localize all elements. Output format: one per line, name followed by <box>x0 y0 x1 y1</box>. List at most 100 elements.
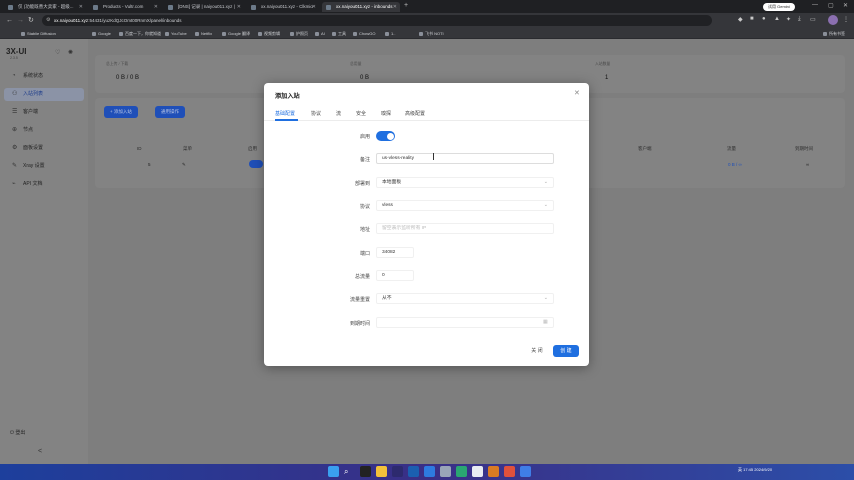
deploy-select[interactable]: 本地面板 ⌄ <box>376 177 554 188</box>
protocol-label: 协议 <box>359 204 370 210</box>
traffic-reset-select[interactable]: 从不 ⌄ <box>376 293 554 304</box>
app-icon[interactable] <box>440 466 451 477</box>
site-info-icon[interactable]: ⚙ <box>46 17 50 23</box>
close-icon[interactable]: ✕ <box>574 89 580 97</box>
sidebar <box>0 39 88 464</box>
start-icon[interactable] <box>328 466 339 477</box>
cancel-button[interactable]: 关 闭 <box>525 345 549 357</box>
bookmark-item[interactable]: Netflix <box>194 29 212 38</box>
bookmark-item[interactable]: ChowGO <box>352 29 375 38</box>
stat-label: 总上传 / 下载 <box>106 62 129 66</box>
new-tab-button[interactable]: + <box>404 2 408 9</box>
remark-input[interactable]: us-vless-reality <box>376 153 554 164</box>
photoshop-icon[interactable] <box>408 466 419 477</box>
address-input[interactable]: 留空表示监听所有 IP <box>376 223 554 234</box>
menu-icon[interactable]: ⋮ <box>843 16 849 23</box>
tab-protocol[interactable]: 协议 <box>311 110 321 117</box>
close-tab-icon[interactable]: ✕ <box>237 2 241 12</box>
back-icon[interactable]: ← <box>6 15 13 26</box>
sidepanel-icon[interactable]: ▭ <box>810 16 816 23</box>
general-actions-button[interactable]: 通用操作 <box>155 106 185 118</box>
extension-icon[interactable]: ■ <box>750 16 754 22</box>
app-icon[interactable] <box>424 466 435 477</box>
sidebar-item-panel-settings[interactable]: ⚙ 面板设置 <box>4 142 84 155</box>
theme-icon[interactable]: ✺ <box>68 49 73 56</box>
browser-tab[interactable]: Products - Vultr.com ✕ <box>89 2 161 12</box>
search-icon[interactable]: ⌕ <box>344 466 355 477</box>
total-traffic-input[interactable]: 0 <box>376 270 414 281</box>
bookmark-item[interactable]: Google <box>91 29 111 38</box>
logout-button[interactable]: ⏻ 登出 <box>10 429 25 436</box>
puzzle-icon[interactable]: ✦ <box>786 16 791 23</box>
bookmark-item[interactable]: Stablie Diffusion <box>20 29 56 38</box>
tab-basic[interactable]: 基础配置 <box>275 110 295 117</box>
all-bookmarks[interactable]: 所有书签 <box>822 29 845 38</box>
bookmark-item[interactable]: 1.. <box>384 29 395 38</box>
protocol-select[interactable]: vless ⌄ <box>376 200 554 211</box>
tab-advanced[interactable]: 高级配置 <box>405 110 425 117</box>
sidebar-item-inbounds[interactable]: ⚇ 入站列表 <box>4 88 84 101</box>
system-tray[interactable]: 英 17:45 2024/9/20 <box>738 467 772 473</box>
enable-switch[interactable] <box>376 131 395 141</box>
tab-stream[interactable]: 流 <box>336 110 341 117</box>
sidebar-item-xray-settings[interactable]: ✎ Xray 设置 <box>4 160 84 173</box>
app-icon[interactable] <box>472 466 483 477</box>
address-bar[interactable]: xx.naiyou011.xyz:54431/yuzKdQJcOmt00RnmX… <box>42 15 712 26</box>
minimize-icon[interactable]: — <box>812 2 818 8</box>
heart-icon[interactable]: ♡ <box>55 49 60 56</box>
file-explorer-icon[interactable] <box>376 466 387 477</box>
expiry-date-picker[interactable] <box>376 317 554 328</box>
app-icon[interactable] <box>488 466 499 477</box>
app-logo: 3X-UI <box>6 47 27 56</box>
sidebar-item-nodes[interactable]: ⊕ 节点 <box>4 124 84 137</box>
bookmark-item[interactable]: AI <box>314 29 325 38</box>
browser-tab[interactable]: [DNS] 记录 | naiyou011.xyz | ✕ <box>164 2 244 12</box>
port-input[interactable]: 34082 <box>376 247 414 258</box>
bookmark-item[interactable]: 飞书 NOTI <box>418 29 444 38</box>
create-button[interactable]: 创 建 <box>553 345 579 357</box>
tab-sniffing[interactable]: 嗅探 <box>381 110 391 117</box>
download-icon[interactable]: ⤓ <box>798 16 801 23</box>
chrome-icon[interactable] <box>504 466 515 477</box>
maximize-icon[interactable]: ▢ <box>828 2 834 9</box>
row-enable-toggle[interactable] <box>249 160 263 168</box>
bookmark-item[interactable]: 百度一下，你就知道 <box>118 29 161 38</box>
extension-icon[interactable]: ◆ <box>738 16 743 23</box>
bookmark-item[interactable]: 护照页 <box>289 29 308 38</box>
app-icon[interactable] <box>520 466 531 477</box>
reload-icon[interactable]: ↻ <box>28 15 34 26</box>
row-edit-icon[interactable]: ✎ <box>182 162 186 168</box>
site-favicon-icon <box>168 5 173 10</box>
calendar-icon: ▦ <box>543 319 548 325</box>
sidebar-item-clients[interactable]: ☰ 客户端 <box>4 106 84 119</box>
add-inbound-button[interactable]: + 添加入站 <box>104 106 138 118</box>
app-icon[interactable] <box>456 466 467 477</box>
close-window-icon[interactable]: ✕ <box>843 2 848 9</box>
gemini-button[interactable]: 试用 Gemini <box>763 3 795 11</box>
stat-value: 1 <box>605 75 609 81</box>
terminal-icon[interactable] <box>360 466 371 477</box>
bookmark-item[interactable]: 工具 <box>331 29 346 38</box>
collapse-sidebar-button[interactable]: < <box>38 448 42 455</box>
close-tab-icon[interactable]: ✕ <box>154 2 158 12</box>
close-tab-icon[interactable]: ✕ <box>312 2 316 12</box>
cluster-icon: ⊕ <box>12 127 18 133</box>
close-tab-icon[interactable]: ✕ <box>393 2 397 12</box>
browser-tab-active[interactable]: xx.naiyou011.xyz - inbounds ✕ <box>322 2 400 12</box>
close-tab-icon[interactable]: ✕ <box>79 2 83 12</box>
sidebar-item-api-docs[interactable]: ⌁ API 文档 <box>4 178 84 191</box>
bookmark-item[interactable]: Google 翻译 <box>221 29 250 38</box>
tab-security[interactable]: 安全 <box>356 110 366 117</box>
column-header: 菜单 <box>183 146 192 151</box>
sidebar-item-status[interactable]: ◔ 系统状态 <box>4 70 84 83</box>
browser-tab[interactable]: xx.naiyou011.xyz - Clkmio ✕ <box>247 2 319 12</box>
premiere-icon[interactable] <box>392 466 403 477</box>
bookmark-item[interactable]: 视频剪辑 <box>257 29 280 38</box>
site-favicon-icon <box>8 5 13 10</box>
forward-icon[interactable]: → <box>17 15 24 26</box>
browser-tab[interactable]: 仅 (功能既善大卖家 - 超级... ✕ <box>4 2 86 12</box>
bookmark-item[interactable]: YouTube <box>164 29 187 38</box>
extension-icon[interactable]: ▲ <box>774 16 780 22</box>
extension-icon[interactable]: ● <box>762 16 766 22</box>
profile-avatar[interactable] <box>828 15 838 25</box>
